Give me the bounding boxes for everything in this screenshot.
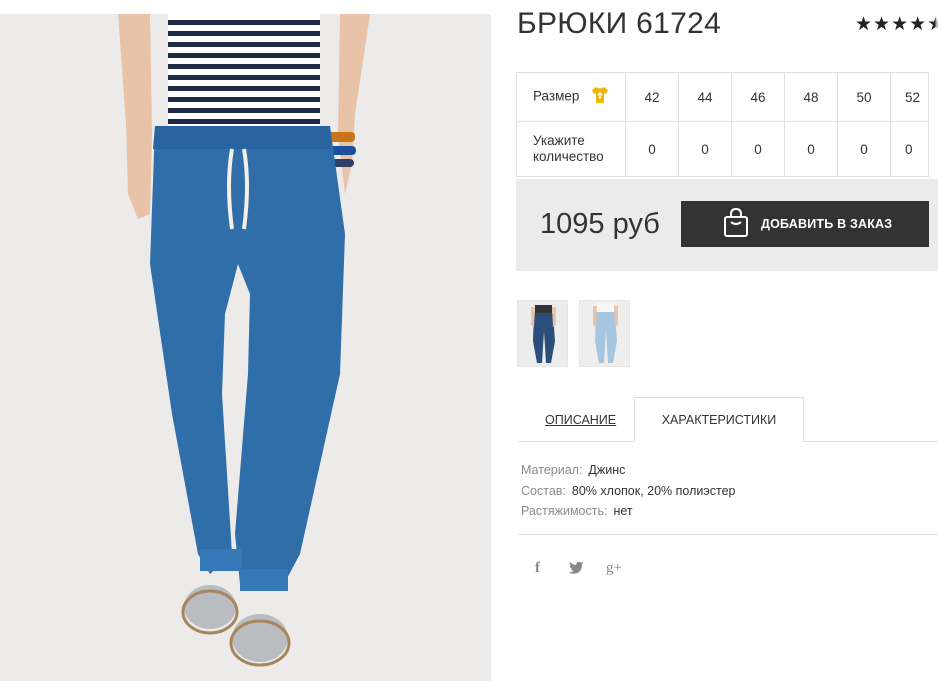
size-cell: 48 [784, 72, 838, 122]
product-main-image[interactable] [0, 14, 491, 681]
twitter-icon[interactable] [568, 561, 584, 579]
size-cell: 46 [731, 72, 785, 122]
size-label-cell: Размер [516, 72, 626, 122]
size-cell: 44 [678, 72, 732, 122]
size-cell: 52 [890, 72, 929, 122]
half-star-icon[interactable]: ★ [927, 14, 938, 36]
quantity-input[interactable]: 0 [784, 121, 838, 177]
characteristics-list: Материал: Джинс Состав: 80% хлопок, 20% по… [521, 460, 735, 522]
add-to-order-button[interactable]: ДОБАВИТЬ В ЗАКАЗ [681, 201, 929, 247]
tshirt-icon[interactable] [591, 86, 609, 108]
thumbnail-dark-blue[interactable] [517, 300, 568, 367]
dark-blue-jeans-thumb [518, 301, 567, 366]
spec-value: нет [613, 504, 633, 518]
spec-row-material: Материал: Джинс [521, 460, 735, 481]
size-quantity-table: Размер 42 44 46 48 50 52 Укажите количес… [516, 72, 929, 177]
spec-value: Джинс [588, 463, 626, 477]
spec-row-stretch: Растяжимость: нет [521, 501, 735, 522]
spec-row-composition: Состав: 80% хлопок, 20% полиэстер [521, 481, 735, 502]
product-title: БРЮКИ 61724 [517, 7, 722, 40]
star-icon[interactable]: ★ [855, 14, 872, 36]
quantity-label: Укажите количество [516, 121, 626, 177]
star-icon[interactable]: ★ [909, 14, 926, 36]
star-icon[interactable]: ★ [891, 14, 908, 36]
size-cell: 42 [625, 72, 679, 122]
spec-value: 80% хлопок, 20% полиэстер [571, 483, 736, 498]
spec-key: Растяжимость: [521, 504, 608, 518]
spec-key: Состав: [521, 483, 566, 498]
star-icon[interactable]: ★ [873, 14, 890, 36]
jeans-photo-icon [0, 14, 491, 681]
add-to-order-label: ДОБАВИТЬ В ЗАКАЗ [761, 217, 893, 231]
light-blue-jeans-thumb [580, 301, 629, 366]
price: 1095 руб [540, 208, 660, 240]
shopping-bag-icon [723, 207, 749, 241]
size-label: Размер [533, 88, 580, 104]
quantity-input[interactable]: 0 [678, 121, 732, 177]
quantity-input[interactable]: 0 [890, 121, 929, 177]
social-divider [518, 534, 938, 535]
quantity-input[interactable]: 0 [837, 121, 891, 177]
spec-key: Материал: [521, 463, 583, 477]
google-plus-icon[interactable]: g+ [606, 560, 622, 577]
rating-stars[interactable]: ★ ★ ★ ★ ★ [855, 14, 938, 36]
facebook-icon[interactable]: f [535, 560, 540, 577]
tab-characteristics[interactable]: ХАРАКТЕРИСТИКИ [634, 397, 804, 442]
size-cell: 50 [837, 72, 891, 122]
thumbnail-light-blue[interactable] [579, 300, 630, 367]
quantity-row: Укажите количество 0 0 0 0 0 0 [516, 121, 929, 177]
size-row: Размер 42 44 46 48 50 52 [516, 72, 929, 122]
quantity-input[interactable]: 0 [731, 121, 785, 177]
price-box: 1095 руб ДОБАВИТЬ В ЗАКАЗ [516, 179, 938, 271]
tab-description[interactable]: ОПИСАНИЕ [545, 413, 616, 427]
quantity-input[interactable]: 0 [625, 121, 679, 177]
